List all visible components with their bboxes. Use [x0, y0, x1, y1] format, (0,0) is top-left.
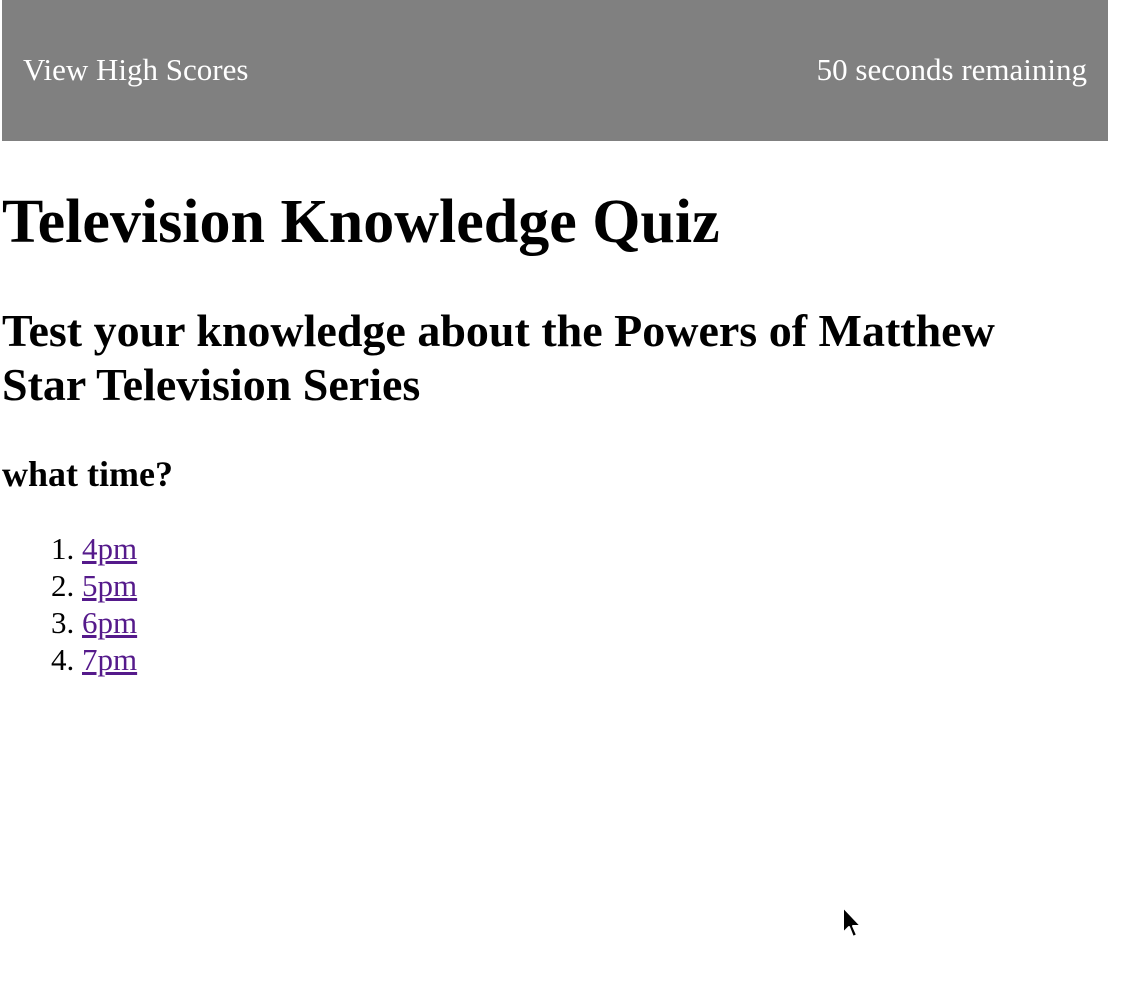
answer-option-2[interactable]: 5pm — [82, 568, 137, 603]
page-title: Television Knowledge Quiz — [2, 188, 720, 256]
question-text: what time? — [2, 454, 173, 494]
mouse-pointer-icon — [842, 906, 862, 938]
top-bar: View High Scores 50 seconds remaining — [2, 0, 1108, 141]
view-high-scores-link[interactable]: View High Scores — [23, 52, 248, 88]
timer-text: 50 seconds remaining — [816, 52, 1087, 87]
answer-item: 5pm — [82, 567, 137, 604]
answer-option-3[interactable]: 6pm — [82, 605, 137, 640]
quiz-subtitle: Test your knowledge about the Powers of … — [2, 305, 995, 410]
answer-option-1[interactable]: 4pm — [82, 531, 137, 566]
answer-item: 4pm — [82, 530, 137, 567]
answer-item: 6pm — [82, 604, 137, 641]
answer-item: 7pm — [82, 641, 137, 678]
answer-option-4[interactable]: 7pm — [82, 642, 137, 677]
answer-list: 4pm 5pm 6pm 7pm — [0, 530, 137, 678]
